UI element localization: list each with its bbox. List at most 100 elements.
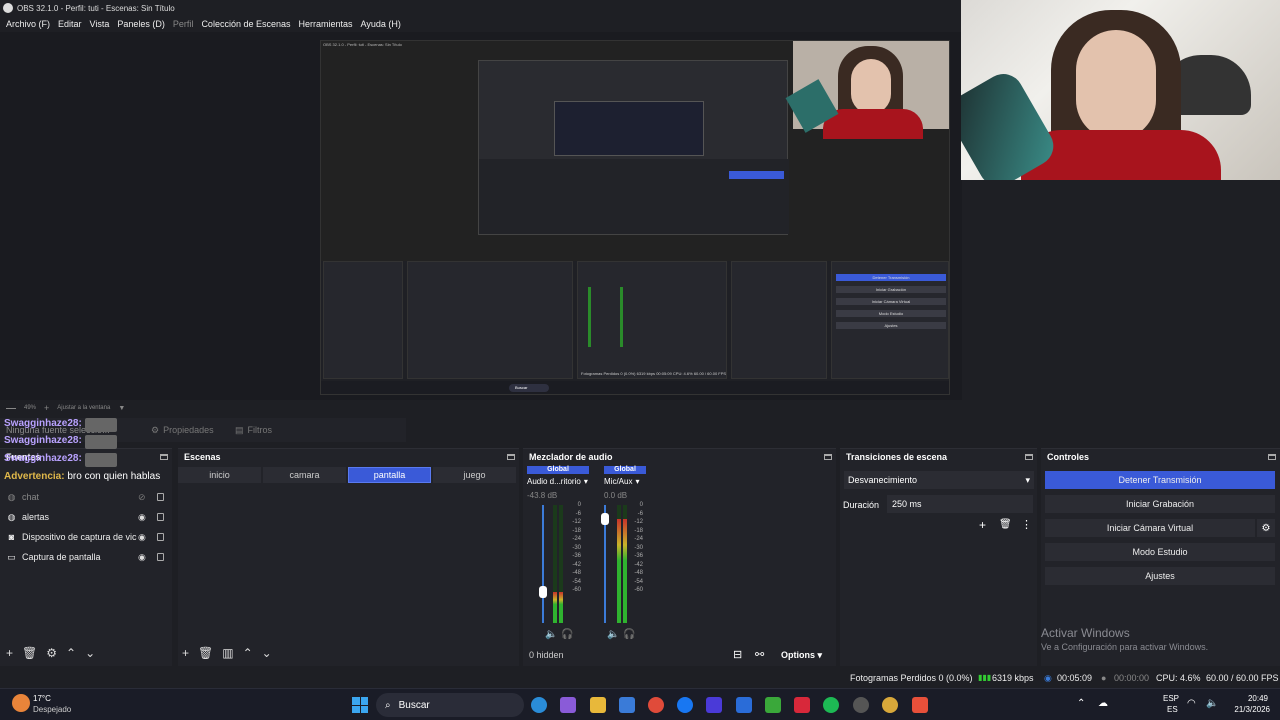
eye-icon[interactable]: ◉ [138,552,146,563]
arrow-down-icon[interactable]: ⌄ [262,646,272,660]
filter-icon[interactable]: ▥ [222,646,233,660]
window-titlebar: OBS 32.1.0 - Perfil: tuti - Escenas: Sin… [0,0,962,16]
volume-fader-handle[interactable] [601,513,609,526]
menu-ayuda[interactable]: Ayuda (H) [361,19,401,29]
source-label: Captura de pantalla [22,552,101,562]
dock-icon[interactable] [160,454,168,460]
link-icon[interactable]: ⚯ [755,648,764,661]
obs-icon[interactable] [853,697,869,713]
wps-icon[interactable] [794,697,810,713]
cloud-icon[interactable]: ☁ [1098,698,1108,709]
scene-inicio[interactable]: inicio [178,467,261,483]
menu-vista[interactable]: Vista [90,19,110,29]
source-item-screen-capture[interactable]: ▭ Captura de pantalla ◉ [6,548,168,566]
add-icon[interactable]: + [6,646,13,660]
dock-icon[interactable] [1025,454,1033,460]
trash-icon[interactable]: 🗑 [198,646,213,660]
virtual-camera-button[interactable]: Iniciar Cámara Virtual [1045,519,1255,537]
fit-dropdown-icon[interactable]: ▼ [118,405,125,412]
settings-button[interactable]: Ajustes [1045,567,1275,585]
volume-fader-handle[interactable] [539,586,547,599]
stop-stream-button[interactable]: Detener Transmisión [1045,471,1275,489]
lock-icon[interactable] [157,513,164,521]
more-icon[interactable]: ⋮ [1021,518,1032,531]
studio-mode-button[interactable]: Modo Estudio [1045,543,1275,561]
store-icon[interactable] [619,697,635,713]
eye-icon[interactable]: ◉ [138,512,146,523]
speaker-icon[interactable]: 🔈 [545,629,557,640]
arrow-up-icon[interactable]: ⌃ [243,646,253,660]
window-title: OBS 32.1.0 - Perfil: tuti - Escenas: Sin… [17,3,175,13]
speaker-icon[interactable]: 🔈 [607,629,619,640]
properties-label: Propiedades [163,425,214,435]
add-icon[interactable]: + [182,646,189,660]
properties-tab[interactable]: ⚙ Propiedades [151,425,214,436]
menu-herramientas[interactable]: Herramientas [299,19,353,29]
source-item-chat[interactable]: ◍ chat ⊘ [6,488,168,506]
arrow-down-icon[interactable]: ⌄ [85,646,95,660]
edge-icon[interactable] [531,697,547,713]
source-item-alertas[interactable]: ◍ alertas ◉ [6,508,168,526]
transition-select[interactable]: Desvanecimiento ▾ [844,471,1034,489]
trash-icon[interactable]: 🗑 [999,519,1012,530]
weather-icon[interactable] [12,694,30,712]
copilot-icon[interactable] [560,697,576,713]
headphones-icon[interactable]: 🎧 [561,629,573,640]
lock-icon[interactable] [157,533,164,541]
volume-fader[interactable] [542,505,544,623]
spotify-icon[interactable] [823,697,839,713]
menu-perfil[interactable]: Perfil [173,19,194,29]
dock-icon[interactable] [1268,454,1276,460]
arrow-up-icon[interactable]: ⌃ [66,646,76,660]
menu-editar[interactable]: Editar [58,19,82,29]
gear-icon[interactable]: ⚙ [1257,519,1275,537]
menu-archivo[interactable]: Archivo (F) [6,19,50,29]
chrome-icon[interactable] [882,697,898,713]
chevron-up-icon[interactable]: ⌃ [1077,698,1085,709]
channel-name[interactable]: Audio d...ritorio [527,477,581,486]
dropdown-icon[interactable]: ▾ [584,477,588,486]
hidden-count[interactable]: 0 hidden [529,650,564,660]
clock-time[interactable]: 20:49 [1232,694,1268,703]
chrome-icon[interactable] [648,697,664,713]
taskbar-search[interactable]: ⌕ Buscar [376,693,524,717]
wifi-icon[interactable]: ◠ [1187,698,1196,709]
add-icon[interactable]: + [979,518,986,532]
trash-icon[interactable]: 🗑 [22,646,37,660]
lock-icon[interactable] [157,493,164,501]
channel-name[interactable]: Mic/Aux [604,477,632,486]
source-item-capture-device[interactable]: ◙ Dispositivo de captura de vic ◉ [6,528,168,546]
app-icon[interactable] [736,697,752,713]
vpn-icon[interactable] [706,697,722,713]
gear-icon[interactable]: ⚙ [46,646,57,660]
duration-input[interactable]: 250 ms [887,495,1033,513]
folder-icon[interactable] [590,697,606,713]
menu-paneles[interactable]: Paneles (D) [117,19,165,29]
fit-label[interactable]: Ajustar a la ventana [57,405,110,411]
volume-icon[interactable]: 🔈 [1206,698,1218,709]
lang-1[interactable]: ESP [1163,694,1179,703]
layout-icon[interactable]: ⊟ [733,648,742,661]
record-icon: ● [1101,673,1107,683]
menu-coleccion-escenas[interactable]: Colección de Escenas [201,19,290,29]
start-recording-button[interactable]: Iniciar Grabación [1045,495,1275,513]
options-button[interactable]: Options ▾ [781,650,822,661]
scene-pantalla[interactable]: pantalla [348,467,431,483]
scenes-toolbar: + 🗑 ▥ ⌃ ⌄ [182,646,272,660]
lock-icon[interactable] [157,553,164,561]
zoom-out-icon[interactable] [6,407,16,409]
zoom-in-icon[interactable]: + [44,403,49,413]
dock-icon[interactable] [824,454,832,460]
eye-off-icon[interactable]: ⊘ [138,492,146,503]
headphones-icon[interactable]: 🎧 [623,629,635,640]
facebook-icon[interactable] [677,697,693,713]
filters-tab[interactable]: ▤ Filtros [235,425,272,436]
minecraft-icon[interactable] [765,697,781,713]
scene-juego[interactable]: juego [433,467,516,483]
eye-icon[interactable]: ◉ [138,532,146,543]
dropdown-icon[interactable]: ▾ [635,477,639,486]
brave-icon[interactable] [912,697,928,713]
scene-camara[interactable]: camara [263,467,346,483]
windows-start-icon[interactable] [352,697,368,713]
dock-icon[interactable] [507,454,515,460]
